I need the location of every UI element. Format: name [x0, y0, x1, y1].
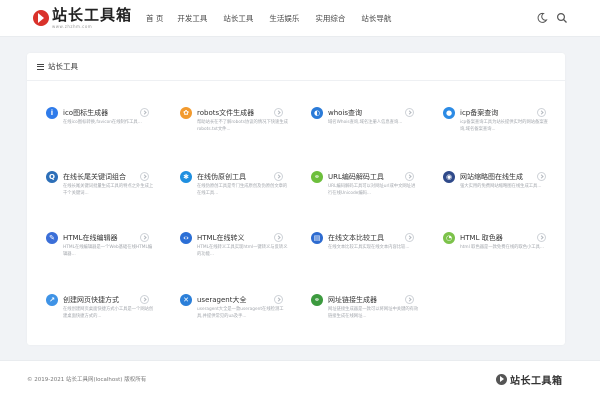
tool-item[interactable]: Q 在线长尾关键词组合在线长尾关键词批量生成工具的特点之外生成上千个关键词...	[46, 167, 164, 207]
tool-item[interactable]: ◉ 网站缩略图在线生成强大实用的免费网站缩略图在线生成工具...	[443, 167, 561, 207]
url-link-icon: ⚭	[311, 294, 323, 306]
footer-logo-icon	[496, 374, 507, 385]
tool-name[interactable]: robots文件生成器	[197, 108, 254, 118]
tool-item[interactable]: ‹› HTML在线转义 HTML在线转义工具实现html一键转义与反转义的功能...	[180, 228, 298, 268]
tool-description: 在线创建网页桌面快捷方式小工具是一个网站创建桌面快捷方式的...	[63, 307, 154, 319]
nav-item-dev-tools[interactable]: 开发工具	[177, 13, 207, 24]
tool-name[interactable]: HTML在线转义	[197, 233, 244, 243]
thumbnail-icon: ◉	[443, 171, 455, 183]
tool-name[interactable]: whois查询	[328, 108, 362, 118]
tool-name[interactable]: HTML 取色器	[460, 233, 503, 243]
logo-text: 站长工具箱	[52, 5, 133, 24]
nav-item-utilities[interactable]: 实用综合	[315, 13, 345, 24]
rewrite-icon: ✱	[180, 171, 192, 183]
dark-mode-moon-icon[interactable]	[536, 12, 548, 24]
keyword-search-icon: Q	[46, 171, 58, 183]
tool-item[interactable]: ● icp备案查询 icp备案查询工具为站长提供实时的网站备案查询,域名备案查询..…	[443, 103, 561, 143]
top-header: 站长工具箱 www.zhzhm.com 首 页 开发工具 站长工具 生活娱乐 实…	[0, 0, 600, 37]
chevron-right-icon[interactable]	[537, 233, 546, 242]
color-picker-icon: ◔	[443, 232, 455, 244]
tool-description: URL编码解码工具可以对网址url或中文网址进行在线Unicode编码...	[328, 184, 416, 196]
tool-name[interactable]: ico图标生成器	[63, 108, 108, 118]
info-icon: i	[46, 107, 58, 119]
tool-name[interactable]: 网址链接生成器	[328, 295, 377, 305]
shortcut-icon: ↗	[46, 294, 58, 306]
search-icon[interactable]	[556, 12, 568, 24]
tool-item[interactable]: ✿ robots文件生成器帮助站长在不了解robots协议的情况下快速生成robo…	[180, 103, 298, 143]
tool-item[interactable]: ✎ HTML在线编辑器 HTML在线编辑器是一个Web基础在线HTML编辑器...	[46, 228, 164, 268]
record-icon: ●	[443, 107, 455, 119]
chevron-right-icon[interactable]	[274, 108, 283, 117]
tool-item[interactable]: ▤ 在线文本比较工具在线文本比较工具实现在线文本内容比较...	[311, 228, 429, 268]
tool-description: HTML在线转义工具实现html一键转义与反转义的功能...	[197, 245, 288, 257]
chevron-right-icon[interactable]	[537, 108, 546, 117]
code-icon: ‹›	[180, 232, 192, 244]
tool-description: HTML在线编辑器是一个Web基础在线HTML编辑器...	[63, 245, 153, 257]
main-nav: 首 页 开发工具 站长工具 生活娱乐 实用综合 站长导航	[146, 0, 407, 37]
copyright-text: © 2019-2021 站长工具网(localhost) 版权所有	[27, 377, 147, 383]
tool-item[interactable]: i ico图标生成器在线ico图标转换,favicon在线制作工具...	[46, 103, 164, 143]
tool-description: 帮助站长在不了解robots协议的情况下快速生成robots.txt文件...	[197, 120, 288, 132]
chevron-right-icon[interactable]	[405, 172, 414, 181]
tool-description: 在线ico图标转换,favicon在线制作工具...	[63, 120, 142, 125]
tool-item[interactable]: ⚭ 网址链接生成器网址链接生成器是一款可以将网址中关键的有效链接生成在线网址...	[311, 290, 429, 330]
globe-icon: ◐	[311, 107, 323, 119]
tools-card: 站长工具 i ico图标生成器在线ico图标转换,favicon在线制作工具...…	[27, 53, 565, 345]
logo-subtitle: www.zhzhm.com	[52, 23, 93, 29]
tool-name[interactable]: URL编码解码工具	[328, 172, 384, 182]
nav-item-webmaster-tools[interactable]: 站长工具	[223, 13, 253, 24]
chevron-right-icon[interactable]	[274, 233, 283, 242]
tool-description: useragent大全是一款useragent在线检测工具,并提供常见的ua及手…	[197, 307, 284, 319]
footer-logo[interactable]: 站长工具箱	[496, 372, 563, 387]
tool-name[interactable]: 网站缩略图在线生成	[460, 172, 523, 182]
chevron-right-icon[interactable]	[140, 233, 149, 242]
tool-description: 在线伪原创工具是专门生成原创及伪原创文章的在线工具...	[197, 184, 288, 196]
compare-icon: ▤	[311, 232, 323, 244]
tool-item[interactable]: ✱ 在线伪原创工具在线伪原创工具是专门生成原创及伪原创文章的在线工具...	[180, 167, 298, 207]
tool-item[interactable]: ◔ HTML 取色器 html 取色器是一款免费在线的取色小工具...	[443, 228, 561, 268]
nav-item-home[interactable]: 首 页	[146, 13, 163, 24]
chevron-right-icon[interactable]	[140, 108, 149, 117]
chevron-right-icon[interactable]	[405, 233, 414, 242]
page-footer: © 2019-2021 站长工具网(localhost) 版权所有 站长工具箱	[0, 360, 600, 397]
chevron-right-icon[interactable]	[140, 172, 149, 181]
chevron-right-icon[interactable]	[405, 108, 414, 117]
tool-item[interactable]: ↗ 创建网页快捷方式在线创建网页桌面快捷方式小工具是一个网站创建桌面快捷方式的..…	[46, 290, 164, 330]
useragent-icon: ✕	[180, 294, 192, 306]
tool-description: 网址链接生成器是一款可以将网址中关键的有效链接生成在线网址...	[328, 307, 419, 319]
robot-icon: ✿	[180, 107, 192, 119]
tool-name[interactable]: 在线文本比较工具	[328, 233, 384, 243]
tool-description: 在线文本比较工具实现在线文本内容比较...	[328, 245, 410, 250]
tool-item[interactable]: ◐ whois查询域名Whois查询,域名注册人信息查询...	[311, 103, 429, 143]
nav-item-life-fun[interactable]: 生活娱乐	[269, 13, 299, 24]
chevron-right-icon[interactable]	[405, 295, 414, 304]
card-header: 站长工具	[27, 53, 565, 81]
tool-name[interactable]: useragent大全	[197, 295, 247, 305]
tool-name[interactable]: icp备案查询	[460, 108, 498, 118]
site-logo[interactable]: 站长工具箱 www.zhzhm.com	[33, 7, 132, 29]
chevron-right-icon[interactable]	[537, 172, 546, 181]
chevron-right-icon[interactable]	[140, 295, 149, 304]
tool-name[interactable]: HTML在线编辑器	[63, 233, 117, 243]
footer-logo-text: 站长工具箱	[510, 376, 563, 387]
tool-description: icp备案查询工具为站长提供实时的网站备案查询,域名备案查询...	[460, 120, 548, 132]
tool-description: html 取色器是一款免费在线的取色小工具...	[460, 245, 544, 250]
tool-description: 在线长尾关键词批量生成工具的特点之外生成上千个关键词...	[63, 184, 154, 196]
tool-description: 域名Whois查询,域名注册人信息查询...	[328, 120, 403, 125]
nav-item-navigation[interactable]: 站长导航	[361, 13, 391, 24]
tool-item[interactable]: ⚭ URL编码解码工具 URL编码解码工具可以对网址url或中文网址进行在线Unic…	[311, 167, 429, 207]
tool-item[interactable]: ✕ useragent大全 useragent大全是一款useragent在线检测工…	[180, 290, 298, 330]
link-icon: ⚭	[311, 171, 323, 183]
logo-icon	[33, 10, 49, 26]
list-menu-icon	[37, 63, 44, 70]
section-title: 站长工具	[48, 62, 78, 71]
chevron-right-icon[interactable]	[274, 295, 283, 304]
chevron-right-icon[interactable]	[274, 172, 283, 181]
editor-icon: ✎	[46, 232, 58, 244]
tool-name[interactable]: 创建网页快捷方式	[63, 295, 119, 305]
tool-name[interactable]: 在线长尾关键词组合	[63, 172, 126, 182]
tool-name[interactable]: 在线伪原创工具	[197, 172, 246, 182]
tool-description: 强大实用的免费网站缩略图在线生成工具...	[460, 184, 542, 189]
